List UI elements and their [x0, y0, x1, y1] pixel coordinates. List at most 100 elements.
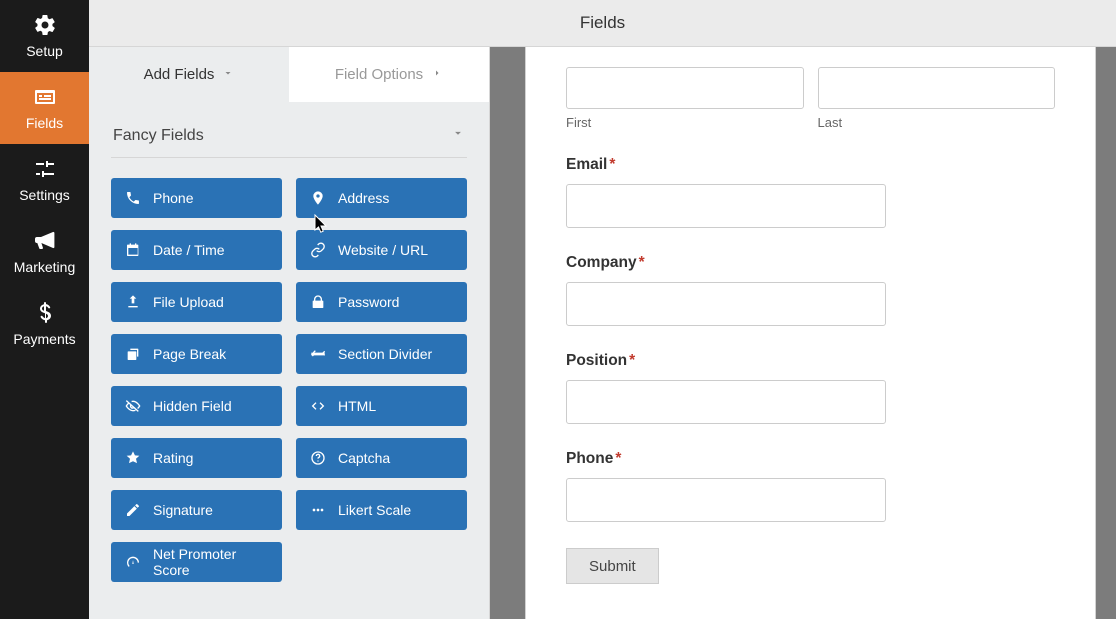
form-preview: First Last Email* Company* Position* Phone*… — [490, 47, 1116, 619]
submit-label: Submit — [589, 558, 636, 575]
fields-panel: Add Fields Field Options Fancy Fields — [89, 47, 490, 619]
topbar: Fields — [89, 0, 1116, 47]
gear-icon — [31, 13, 59, 37]
field-chip-star[interactable]: Rating — [111, 438, 282, 478]
tab-add-fields[interactable]: Add Fields — [89, 47, 289, 102]
sidebar-item-label: Fields — [26, 115, 63, 131]
field-chip-lock[interactable]: Password — [296, 282, 467, 322]
phone-icon — [125, 190, 141, 206]
page-title: Fields — [580, 13, 625, 33]
sidebar-item-setup[interactable]: Setup — [0, 0, 89, 72]
field-chip-link[interactable]: Website / URL — [296, 230, 467, 270]
sidebar-item-label: Setup — [26, 43, 63, 59]
tab-field-options[interactable]: Field Options — [289, 47, 489, 102]
copy-icon — [125, 346, 141, 362]
chip-label: Website / URL — [338, 242, 428, 258]
upload-icon — [125, 294, 141, 310]
eye-off-icon — [125, 398, 141, 414]
field-chip-code[interactable]: HTML — [296, 386, 467, 426]
chevron-down-icon — [451, 126, 465, 145]
field-label: Position* — [566, 352, 1055, 370]
star-icon — [125, 450, 141, 466]
last-name-input[interactable] — [818, 67, 1056, 109]
panel-body: Fancy Fields Phone Address Date / Time Webs… — [89, 102, 489, 619]
sidebar-item-settings[interactable]: Settings — [0, 144, 89, 216]
gauge-icon — [125, 554, 141, 570]
pencil-icon — [125, 502, 141, 518]
required-marker: * — [615, 450, 621, 468]
calendar-icon — [125, 242, 141, 258]
pin-icon — [310, 190, 326, 206]
dots-icon — [310, 502, 326, 518]
divider-icon — [310, 346, 326, 362]
chip-label: HTML — [338, 398, 376, 414]
chip-label: Page Break — [153, 346, 226, 362]
name-field-row: First Last — [566, 47, 1055, 130]
nav-sidebar: Setup Fields Settings Marketing Payments — [0, 0, 89, 619]
sidebar-item-marketing[interactable]: Marketing — [0, 216, 89, 288]
tab-label: Add Fields — [144, 66, 215, 83]
field-chip-eye-off[interactable]: Hidden Field — [111, 386, 282, 426]
sidebar-item-label: Marketing — [14, 259, 75, 275]
field-label: Email* — [566, 156, 1055, 174]
field-chip-pencil[interactable]: Signature — [111, 490, 282, 530]
field-chip-grid: Phone Address Date / Time Website / URL File… — [111, 178, 467, 582]
tab-label: Field Options — [335, 66, 423, 83]
main: Fields Add Fields Field Options — [89, 0, 1116, 619]
required-marker: * — [639, 254, 645, 272]
section-header-fancy-fields[interactable]: Fancy Fields — [111, 120, 467, 158]
chip-label: Phone — [153, 190, 193, 206]
chip-label: File Upload — [153, 294, 224, 310]
chip-label: Captcha — [338, 450, 390, 466]
required-marker: * — [629, 352, 635, 370]
field-chip-question[interactable]: Captcha — [296, 438, 467, 478]
form-field-email: Email* — [566, 156, 1055, 228]
field-chip-upload[interactable]: File Upload — [111, 282, 282, 322]
field-chip-copy[interactable]: Page Break — [111, 334, 282, 374]
required-marker: * — [609, 156, 615, 174]
sidebar-item-payments[interactable]: Payments — [0, 288, 89, 360]
email-input[interactable] — [566, 184, 886, 228]
chip-label: Section Divider — [338, 346, 432, 362]
sidebar-item-fields[interactable]: Fields — [0, 72, 89, 144]
first-name-input[interactable] — [566, 67, 804, 109]
field-chip-dots[interactable]: Likert Scale — [296, 490, 467, 530]
bullhorn-icon — [31, 229, 59, 253]
panel-tabs: Add Fields Field Options — [89, 47, 489, 102]
last-name-sublabel: Last — [818, 115, 1056, 130]
chip-label: Hidden Field — [153, 398, 232, 414]
form-field-company: Company* — [566, 254, 1055, 326]
chip-label: Date / Time — [153, 242, 225, 258]
field-chip-divider[interactable]: Section Divider — [296, 334, 467, 374]
field-chip-pin[interactable]: Address — [296, 178, 467, 218]
lock-icon — [310, 294, 326, 310]
chip-label: Password — [338, 294, 399, 310]
sidebar-item-label: Settings — [19, 187, 70, 203]
question-icon — [310, 450, 326, 466]
chip-label: Rating — [153, 450, 193, 466]
chevron-right-icon — [431, 66, 443, 83]
sliders-icon — [31, 157, 59, 181]
submit-button[interactable]: Submit — [566, 548, 659, 584]
company-input[interactable] — [566, 282, 886, 326]
form-field-phone: Phone* — [566, 450, 1055, 522]
chip-label: Address — [338, 190, 389, 206]
field-chip-gauge[interactable]: Net Promoter Score — [111, 542, 282, 582]
position-input[interactable] — [566, 380, 886, 424]
phone-input[interactable] — [566, 478, 886, 522]
chip-label: Signature — [153, 502, 213, 518]
chip-label: Net Promoter Score — [153, 546, 268, 578]
code-icon — [310, 398, 326, 414]
field-chip-phone[interactable]: Phone — [111, 178, 282, 218]
form-canvas[interactable]: First Last Email* Company* Position* Phone*… — [525, 47, 1096, 619]
dollar-icon — [31, 301, 59, 325]
sidebar-item-label: Payments — [13, 331, 75, 347]
field-chip-calendar[interactable]: Date / Time — [111, 230, 282, 270]
chevron-down-icon — [222, 66, 234, 83]
form-icon — [31, 85, 59, 109]
section-title: Fancy Fields — [113, 127, 204, 145]
form-field-position: Position* — [566, 352, 1055, 424]
field-label: Phone* — [566, 450, 1055, 468]
link-icon — [310, 242, 326, 258]
field-label: Company* — [566, 254, 1055, 272]
